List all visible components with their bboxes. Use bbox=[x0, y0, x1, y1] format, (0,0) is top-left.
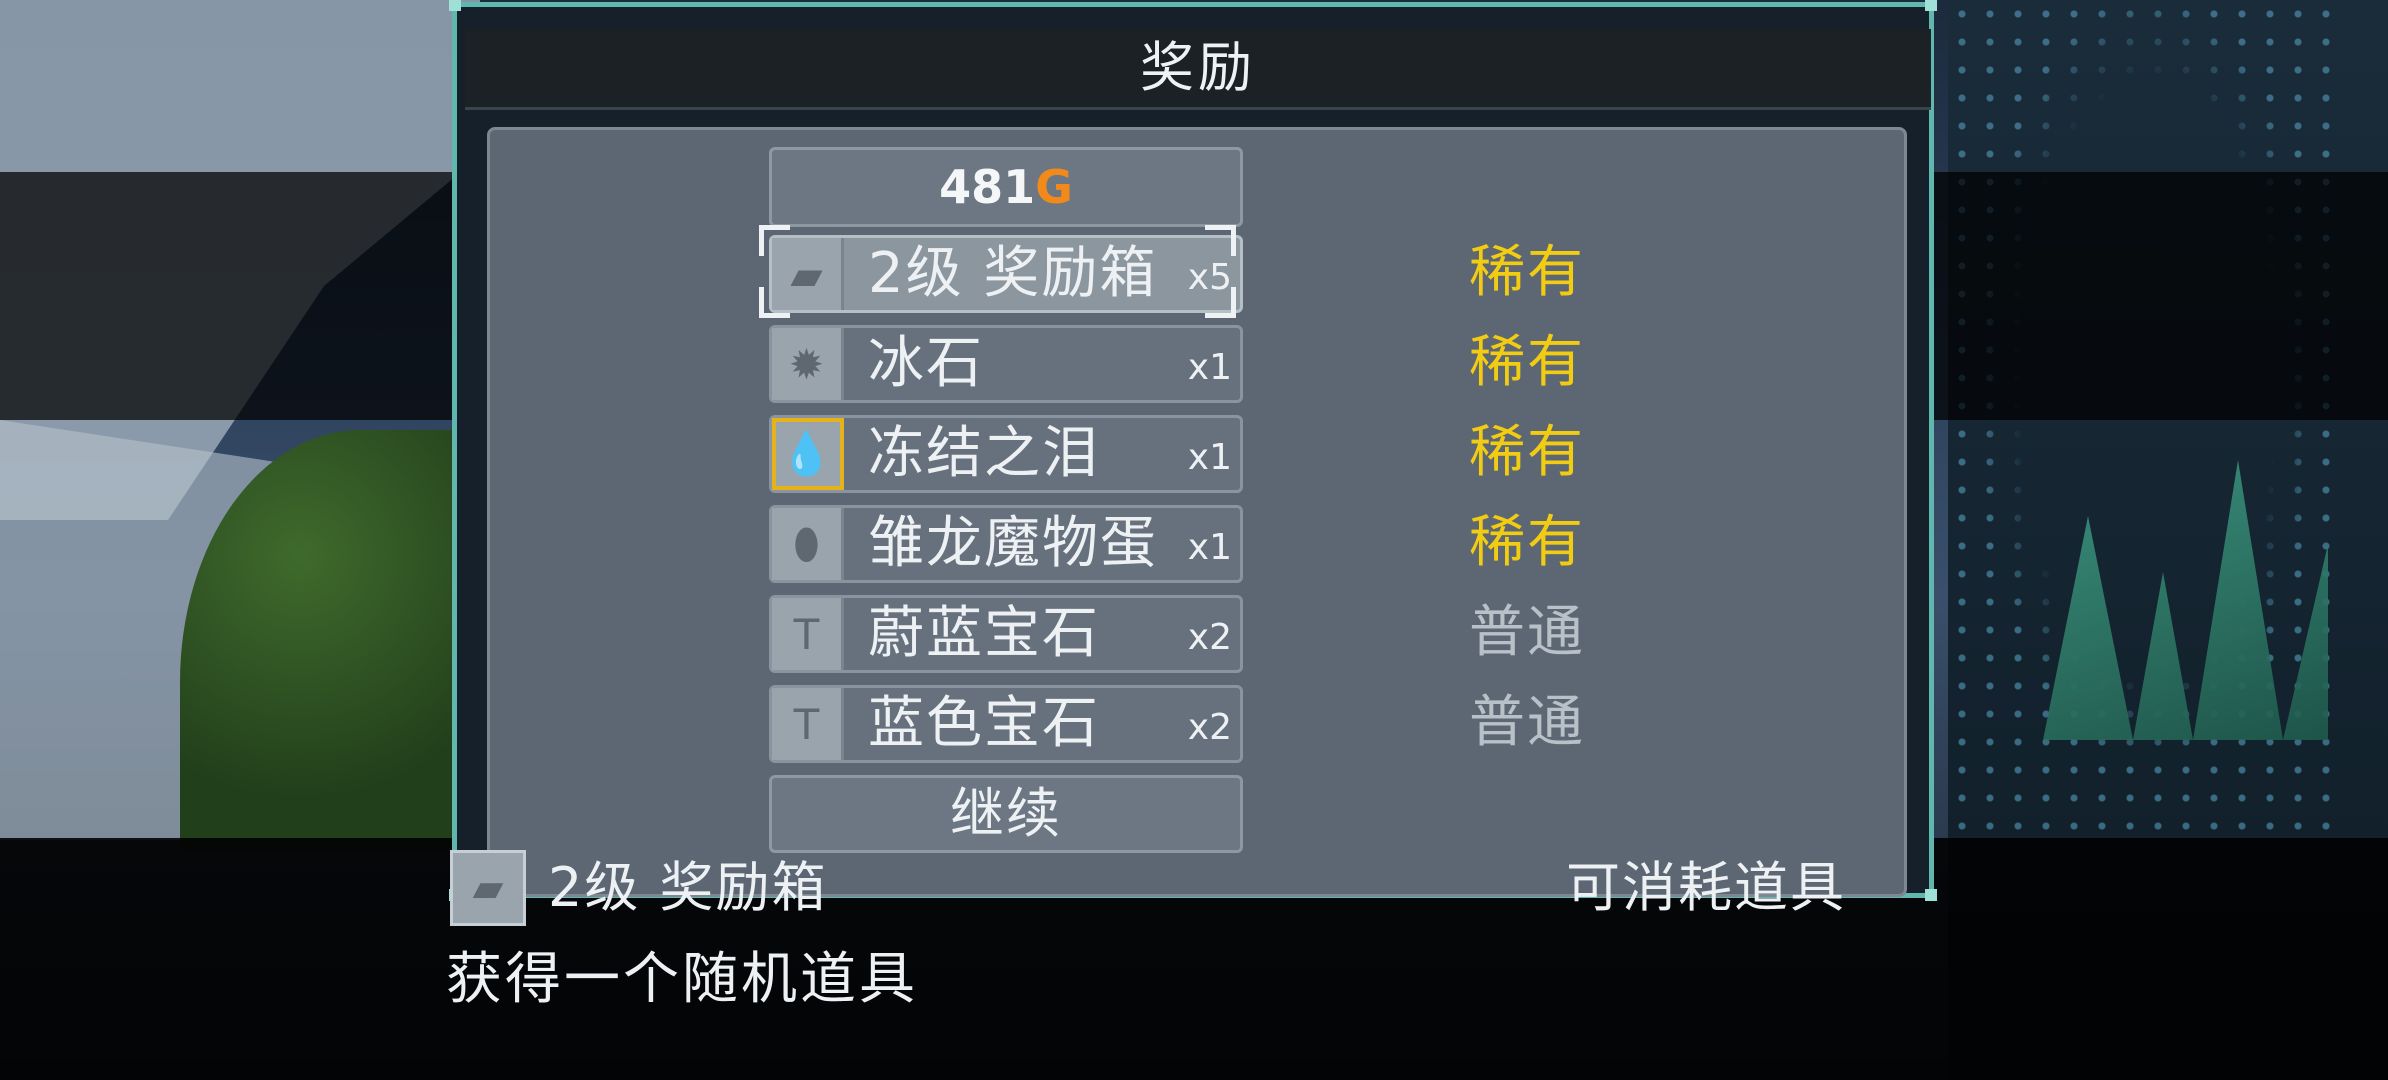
selected-item-description: 获得一个随机道具 bbox=[446, 947, 918, 1012]
ice-stone-icon: ✹ bbox=[772, 328, 844, 400]
reward-name: 2级 奖励箱 bbox=[868, 241, 1158, 306]
hammer-icon: T bbox=[772, 598, 844, 670]
reward-rarity: 稀有 bbox=[1469, 420, 1585, 485]
window-title: 奖励 bbox=[465, 29, 1931, 110]
reward-quantity: x2 bbox=[1187, 707, 1232, 748]
window-corner bbox=[1925, 889, 1937, 901]
hammer-icon: T bbox=[772, 688, 844, 760]
gold-unit: G bbox=[1035, 160, 1073, 214]
gold-amount: 481 bbox=[939, 160, 1036, 214]
reward-window: 奖励 481G ▰ 2级 奖励箱 x5 稀有 ✹ 冰石 x1 稀有 💧 冻结之泪 x1 稀有 ⬮ 雏龙魔物… bbox=[449, 0, 1937, 901]
reward-rarity: 稀有 bbox=[1469, 510, 1585, 575]
reward-name: 蔚蓝宝石 bbox=[868, 601, 1100, 666]
reward-rarity: 普通 bbox=[1469, 690, 1585, 755]
reward-row[interactable]: ✹ 冰石 x1 bbox=[769, 325, 1243, 403]
selection-bracket bbox=[1205, 287, 1236, 318]
reward-quantity: x1 bbox=[1187, 347, 1232, 388]
reward-name: 冰石 bbox=[868, 331, 984, 396]
reward-name: 蓝色宝石 bbox=[868, 691, 1100, 756]
selection-bracket bbox=[759, 287, 790, 318]
gold-reward: 481G bbox=[769, 147, 1243, 227]
reward-quantity: x1 bbox=[1187, 527, 1232, 568]
reward-row[interactable]: ▰ 2级 奖励箱 x5 bbox=[769, 235, 1243, 313]
reward-name: 冻结之泪 bbox=[868, 421, 1100, 486]
reward-rarity: 稀有 bbox=[1469, 240, 1585, 305]
reward-row[interactable]: T 蓝色宝石 x2 bbox=[769, 685, 1243, 763]
egg-icon: ⬮ bbox=[772, 508, 844, 580]
reward-name: 雏龙魔物蛋 bbox=[868, 511, 1158, 576]
selection-bracket bbox=[1205, 225, 1236, 256]
reward-rarity: 普通 bbox=[1469, 600, 1585, 665]
reward-row[interactable]: ⬮ 雏龙魔物蛋 x1 bbox=[769, 505, 1243, 583]
chest-icon: ▰ bbox=[450, 850, 526, 926]
reward-quantity: x2 bbox=[1187, 617, 1232, 658]
window-corner bbox=[1925, 0, 1937, 11]
reward-quantity: x1 bbox=[1187, 437, 1232, 478]
selected-item-type: 可消耗道具 bbox=[1566, 856, 1846, 919]
continue-button[interactable]: 继续 bbox=[769, 775, 1243, 853]
reward-rarity: 稀有 bbox=[1469, 330, 1585, 395]
reward-row[interactable]: T 蔚蓝宝石 x2 bbox=[769, 595, 1243, 673]
tear-drop-icon: 💧 bbox=[772, 418, 844, 490]
window-corner bbox=[449, 0, 461, 11]
reward-row[interactable]: 💧 冻结之泪 x1 bbox=[769, 415, 1243, 493]
selection-bracket bbox=[759, 225, 790, 256]
selected-item-name: 2级 奖励箱 bbox=[548, 856, 828, 919]
